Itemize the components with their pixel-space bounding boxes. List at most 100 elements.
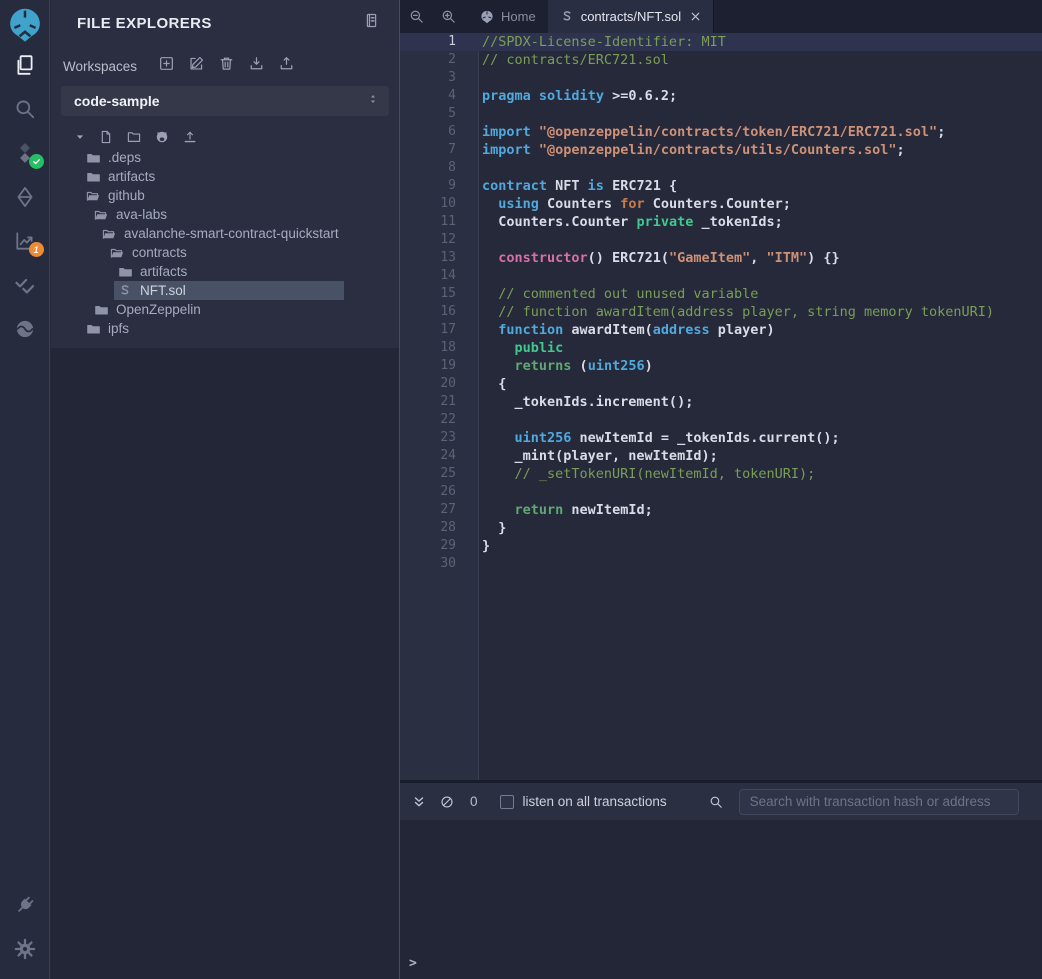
- code-line-13[interactable]: 13 constructor() ERC721("GameItem", "ITM…: [400, 249, 1042, 267]
- tab-home[interactable]: Home: [468, 0, 548, 33]
- sidebar-icon-file-explorer[interactable]: [0, 43, 50, 87]
- create-workspace-icon[interactable]: [159, 56, 174, 76]
- code-line-17[interactable]: 17 function awardItem(address player): [400, 321, 1042, 339]
- code-line-24[interactable]: 24 _mint(player, newItemId);: [400, 447, 1042, 465]
- workspaces-row: Workspaces: [51, 46, 399, 82]
- tab-nft-sol[interactable]: contracts/NFT.sol: [548, 0, 714, 33]
- sidebar-icon-sourcify[interactable]: [0, 307, 50, 351]
- folder-closed-icon: [118, 265, 132, 279]
- tree-item-github[interactable]: github: [51, 186, 399, 205]
- close-tab-icon[interactable]: [690, 11, 701, 22]
- tree-item-ipfs[interactable]: ipfs: [51, 319, 399, 338]
- folder-open-icon: [102, 227, 116, 241]
- sidebar-icons-top: 1: [0, 43, 49, 351]
- sidebar-icon-unit-testing[interactable]: [0, 263, 50, 307]
- tree-item-openzeppelin[interactable]: OpenZeppelin: [51, 300, 399, 319]
- folder-closed-icon: [86, 322, 100, 336]
- code-line-9[interactable]: 9contract NFT is ERC721 {: [400, 177, 1042, 195]
- sidebar-icon-solidity-compiler[interactable]: [0, 131, 50, 175]
- clear-console-icon[interactable]: [440, 795, 454, 809]
- zoom-out-button[interactable]: [400, 0, 432, 33]
- code-line-28[interactable]: 28 }: [400, 519, 1042, 537]
- delete-workspace-icon[interactable]: [219, 56, 234, 76]
- code-line-30[interactable]: 30: [400, 555, 1042, 573]
- workspaces-label: Workspaces: [63, 59, 137, 74]
- file-explorer-content: FILE EXPLORERS Workspaces code-sample .d…: [51, 0, 399, 348]
- folder-closed-icon: [86, 151, 100, 165]
- code-line-2[interactable]: 2// contracts/ERC721.sol: [400, 51, 1042, 69]
- tree-item-avalanche-smart-contract-quickstart[interactable]: avalanche-smart-contract-quickstart: [51, 224, 399, 243]
- file-explorer-panel: FILE EXPLORERS Workspaces code-sample .d…: [51, 0, 400, 979]
- chevron-down-icon[interactable]: [75, 132, 85, 142]
- code-line-23[interactable]: 23 uint256 newItemId = _tokenIds.current…: [400, 429, 1042, 447]
- code-line-22[interactable]: 22: [400, 411, 1042, 429]
- sidebar-icon-search[interactable]: [0, 87, 50, 131]
- code-line-21[interactable]: 21 _tokenIds.increment();: [400, 393, 1042, 411]
- listen-transactions-checkbox[interactable]: [500, 795, 514, 809]
- github-icon[interactable]: [155, 130, 169, 144]
- code-line-10[interactable]: 10 using Counters for Counters.Counter;: [400, 195, 1042, 213]
- code-line-19[interactable]: 19 returns (uint256): [400, 357, 1042, 375]
- code-line-6[interactable]: 6import "@openzeppelin/contracts/token/E…: [400, 123, 1042, 141]
- tree-controls: [51, 124, 399, 148]
- tree-item-contracts[interactable]: contracts: [51, 243, 399, 262]
- code-line-18[interactable]: 18 public: [400, 339, 1042, 357]
- code-line-25[interactable]: 25 // _setTokenURI(newItemId, tokenURI);: [400, 465, 1042, 483]
- code-line-14[interactable]: 14: [400, 267, 1042, 285]
- tree-item-artifacts[interactable]: artifacts: [51, 167, 399, 186]
- sidebar-icon-deploy-and-run[interactable]: [0, 175, 50, 219]
- code-line-15[interactable]: 15 // commented out unused variable: [400, 285, 1042, 303]
- terminal-prompt: >: [400, 956, 1042, 979]
- workspace-select[interactable]: code-sample: [61, 86, 389, 116]
- restore-workspace-icon[interactable]: [279, 56, 294, 76]
- terminal-search-input[interactable]: [739, 789, 1019, 815]
- code-line-8[interactable]: 8: [400, 159, 1042, 177]
- code-line-16[interactable]: 16 // function awardItem(address player,…: [400, 303, 1042, 321]
- code-editor[interactable]: 1//SPDX-License-Identifier: MIT 2// cont…: [400, 33, 1042, 780]
- folder-open-icon: [110, 246, 124, 260]
- remix-icon: [480, 10, 494, 24]
- tree-item--deps[interactable]: .deps: [51, 148, 399, 167]
- sidebar-icons-bottom: [0, 883, 49, 971]
- folder-open-icon: [94, 208, 108, 222]
- caret-updown-icon: [367, 92, 379, 111]
- code-line-26[interactable]: 26: [400, 483, 1042, 501]
- tab-home-label: Home: [501, 9, 536, 24]
- code-line-5[interactable]: 5: [400, 105, 1042, 123]
- sidebar-icon-statistics[interactable]: 1: [0, 219, 50, 263]
- download-workspace-icon[interactable]: [249, 56, 264, 76]
- code-line-4[interactable]: 4pragma solidity >=0.6.2;: [400, 87, 1042, 105]
- code-line-12[interactable]: 12: [400, 231, 1042, 249]
- panel-title: FILE EXPLORERS: [77, 15, 212, 32]
- expand-terminal-icon[interactable]: [412, 795, 426, 809]
- file-tree: .deps artifacts github ava-labs avalanch…: [51, 148, 399, 338]
- rename-workspace-icon[interactable]: [189, 56, 204, 76]
- code-line-27[interactable]: 27 return newItemId;: [400, 501, 1042, 519]
- sidebar-icon-plugin-manager[interactable]: [0, 883, 50, 927]
- panel-menu-icon[interactable]: [364, 12, 379, 34]
- solidity-file-icon: [560, 10, 574, 24]
- remix-logo-icon: [7, 7, 43, 43]
- tree-item-ava-labs[interactable]: ava-labs: [51, 205, 399, 224]
- zoom-in-button[interactable]: [432, 0, 464, 33]
- code-line-20[interactable]: 20 {: [400, 375, 1042, 393]
- folder-open-icon: [86, 189, 100, 203]
- tree-item-nft-sol[interactable]: NFT.sol: [51, 281, 399, 300]
- notification-count-badge: 1: [29, 242, 44, 257]
- code-line-7[interactable]: 7import "@openzeppelin/contracts/utils/C…: [400, 141, 1042, 159]
- code-line-11[interactable]: 11 Counters.Counter private _tokenIds;: [400, 213, 1042, 231]
- upload-file-icon[interactable]: [183, 130, 197, 144]
- compiled-check-badge: [29, 154, 44, 169]
- terminal-search-icon: [709, 795, 723, 809]
- terminal-output[interactable]: >: [400, 820, 1042, 979]
- new-file-icon[interactable]: [99, 130, 113, 144]
- new-folder-icon[interactable]: [127, 130, 141, 144]
- code-line-3[interactable]: 3: [400, 69, 1042, 87]
- icon-sidebar: 1: [0, 0, 50, 979]
- code-line-1[interactable]: 1//SPDX-License-Identifier: MIT: [400, 33, 1042, 51]
- workspace-selected-value: code-sample: [74, 93, 160, 109]
- remix-ide-window: 1 FILE EXPLORERS Workspaces code-sample …: [0, 0, 1042, 979]
- sidebar-icon-settings[interactable]: [0, 927, 50, 971]
- code-line-29[interactable]: 29}: [400, 537, 1042, 555]
- tree-item-artifacts[interactable]: artifacts: [51, 262, 399, 281]
